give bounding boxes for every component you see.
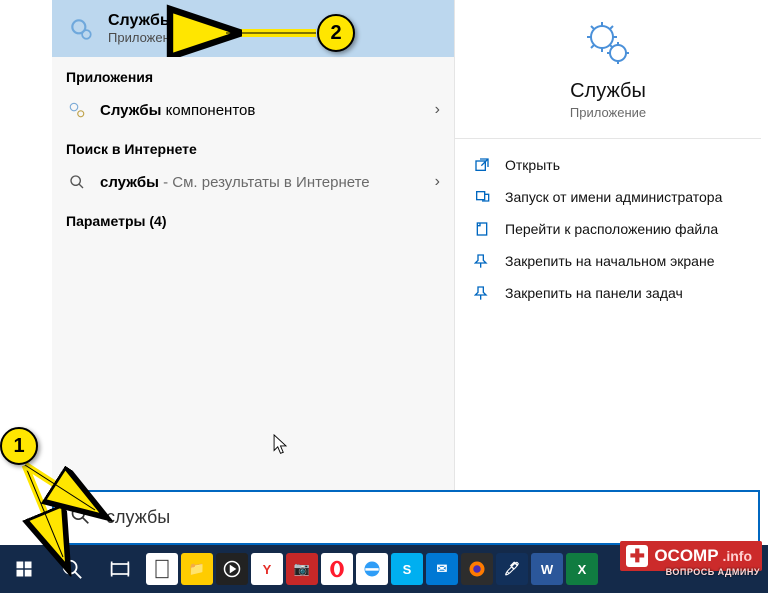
result-label: Службы компонентов xyxy=(100,102,435,119)
cursor-icon xyxy=(273,434,288,456)
group-header-apps: Приложения xyxy=(52,57,454,91)
annotation-arrow-2 xyxy=(218,21,318,45)
action-label: Закрепить на панели задач xyxy=(505,285,683,301)
folder-icon xyxy=(473,220,491,238)
services-big-gear-icon xyxy=(583,18,633,68)
result-components-services[interactable]: Службы компонентов › xyxy=(52,91,454,129)
preview-subtitle: Приложение xyxy=(570,105,646,120)
taskbar-app-media[interactable] xyxy=(216,553,248,585)
taskbar-apps: 📁 Y 📷 S ✉ 🖊 W X xyxy=(146,553,598,585)
watermark: ✚ OCOMP .info ВОПРОСЬ АДМИНУ xyxy=(620,541,762,571)
best-match-subtitle: Приложение xyxy=(108,30,184,45)
action-open[interactable]: Открыть xyxy=(463,149,753,181)
shield-icon xyxy=(473,188,491,206)
action-label: Открыть xyxy=(505,157,560,173)
search-results-panel: Службы Приложение Приложения Службы комп… xyxy=(52,0,454,490)
taskbar-app-word[interactable]: W xyxy=(531,553,563,585)
chevron-right-icon[interactable]: › xyxy=(435,173,440,191)
preview-actions: Открыть Запуск от имени администратора П… xyxy=(455,139,761,319)
action-label: Запуск от имени администратора xyxy=(505,189,722,205)
preview-title: Службы xyxy=(570,80,646,103)
taskbar-app-ie[interactable] xyxy=(356,553,388,585)
taskbar-app-yandex[interactable]: Y xyxy=(251,553,283,585)
taskbar-app-camera[interactable]: 📷 xyxy=(286,553,318,585)
pin-taskbar-icon xyxy=(473,284,491,302)
annotation-arrow-1b xyxy=(20,455,120,535)
action-open-file-location[interactable]: Перейти к расположению файла xyxy=(463,213,753,245)
taskbar-app-file[interactable] xyxy=(146,553,178,585)
search-icon xyxy=(66,171,88,193)
annotation-step-2: 2 xyxy=(317,14,355,52)
pin-start-icon xyxy=(473,252,491,270)
taskbar-app-opera[interactable] xyxy=(321,553,353,585)
action-label: Перейти к расположению файла xyxy=(505,221,718,237)
taskbar-app-firefox[interactable] xyxy=(461,553,493,585)
preview-header: Службы Приложение xyxy=(455,0,761,139)
open-icon xyxy=(473,156,491,174)
components-gears-icon xyxy=(66,99,88,121)
taskbar-app-explorer[interactable]: 📁 xyxy=(181,553,213,585)
action-run-as-admin[interactable]: Запуск от имени администратора xyxy=(463,181,753,213)
result-label: службы - См. результаты в Интернете xyxy=(100,174,435,191)
group-header-web: Поиск в Интернете xyxy=(52,129,454,163)
search-input[interactable] xyxy=(104,506,742,529)
annotation-step-1: 1 xyxy=(0,427,38,465)
taskbar-app-skype[interactable]: S xyxy=(391,553,423,585)
taskbar-app-excel[interactable]: X xyxy=(566,553,598,585)
preview-pane: Службы Приложение Открыть Запуск от имен… xyxy=(454,0,761,490)
taskbar-app-mail[interactable]: ✉ xyxy=(426,553,458,585)
action-pin-to-start[interactable]: Закрепить на начальном экране xyxy=(463,245,753,277)
best-match-title: Службы xyxy=(108,12,184,30)
services-gear-icon xyxy=(66,14,96,44)
watermark-cross-icon: ✚ xyxy=(626,545,648,567)
action-label: Закрепить на начальном экране xyxy=(505,253,715,269)
group-header-settings[interactable]: Параметры (4) xyxy=(52,201,454,235)
chevron-right-icon[interactable]: › xyxy=(435,101,440,119)
action-pin-to-taskbar[interactable]: Закрепить на панели задач xyxy=(463,277,753,309)
search-box[interactable] xyxy=(52,490,760,545)
taskbar-app-misc1[interactable]: 🖊 xyxy=(496,553,528,585)
result-web-search[interactable]: службы - См. результаты в Интернете › xyxy=(52,163,454,201)
